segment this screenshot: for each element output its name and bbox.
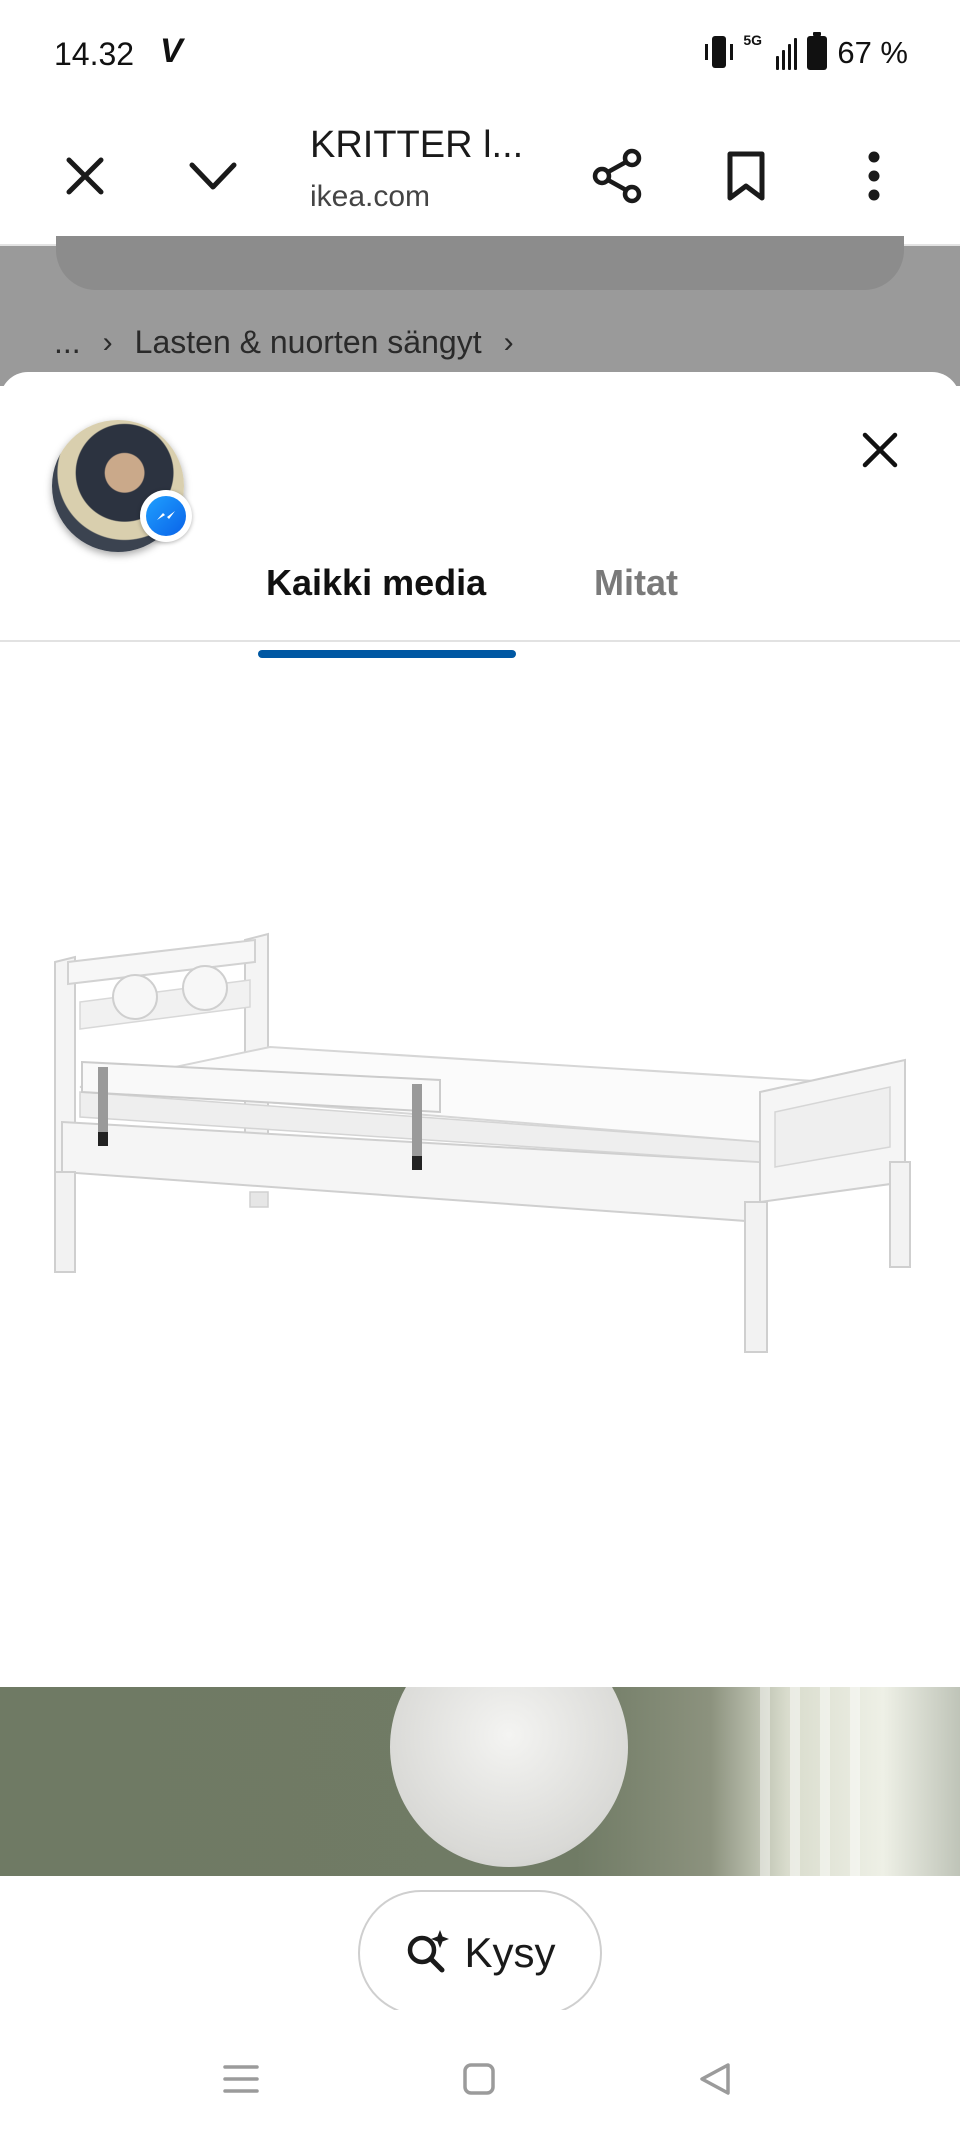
chevron-right-icon: ›	[503, 325, 514, 359]
battery-icon	[807, 32, 828, 70]
tab-all-media[interactable]: Kaikki media	[266, 562, 486, 604]
system-navigation-bar	[0, 2010, 960, 2133]
signal-icon: 5G	[743, 32, 798, 70]
breadcrumb-current: Lasten & nuorten sängyt	[134, 324, 482, 360]
product-image[interactable]	[0, 662, 960, 1687]
page-title[interactable]: KRITTER l...	[310, 124, 523, 167]
lamp-image	[390, 1687, 628, 1867]
back-icon[interactable]	[690, 2054, 740, 2104]
status-icons: 5G 67 %	[705, 32, 908, 72]
chevron-right-icon: ›	[102, 325, 113, 359]
ai-search-icon	[404, 1928, 450, 1979]
home-icon[interactable]	[454, 2054, 504, 2104]
messenger-icon	[140, 490, 192, 542]
breadcrumb: ... › Lasten & nuorten sängyt ›	[54, 324, 514, 361]
room-photo[interactable]	[0, 1687, 960, 1876]
media-tabs: Kaikki media Mitat	[0, 552, 960, 642]
background-page-scrim[interactable]: ... › Lasten & nuorten sängyt ›	[0, 236, 960, 386]
ask-bar: Kysy	[0, 1876, 960, 2016]
status-time: 14.32	[54, 36, 135, 72]
chevron-down-icon[interactable]	[175, 138, 251, 214]
ask-button[interactable]: Kysy	[358, 1890, 602, 2016]
browser-toolbar: KRITTER l... ikea.com	[0, 110, 960, 246]
carrier-logo: V	[160, 32, 183, 70]
vibrate-icon	[705, 34, 734, 72]
status-bar: 14.32 V 5G 67 %	[0, 0, 960, 110]
network-type: 5G	[743, 32, 763, 48]
breadcrumb-ellipsis: ...	[54, 324, 81, 360]
bed-illustration	[54, 932, 911, 1353]
share-icon[interactable]	[580, 138, 656, 214]
active-tab-indicator	[258, 650, 516, 658]
tab-dimensions[interactable]: Mitat	[594, 562, 678, 604]
media-sheet: Kaikki media Mitat	[0, 372, 960, 1876]
page-domain[interactable]: ikea.com	[310, 180, 430, 214]
recents-icon[interactable]	[216, 2054, 266, 2104]
background-search-bar	[56, 236, 904, 290]
ask-label: Kysy	[464, 1929, 556, 1976]
more-vertical-icon[interactable]	[836, 138, 912, 214]
battery-percent: 67 %	[837, 35, 908, 70]
close-icon[interactable]	[850, 420, 910, 480]
bookmark-icon[interactable]	[708, 138, 784, 214]
close-icon[interactable]	[47, 138, 123, 214]
